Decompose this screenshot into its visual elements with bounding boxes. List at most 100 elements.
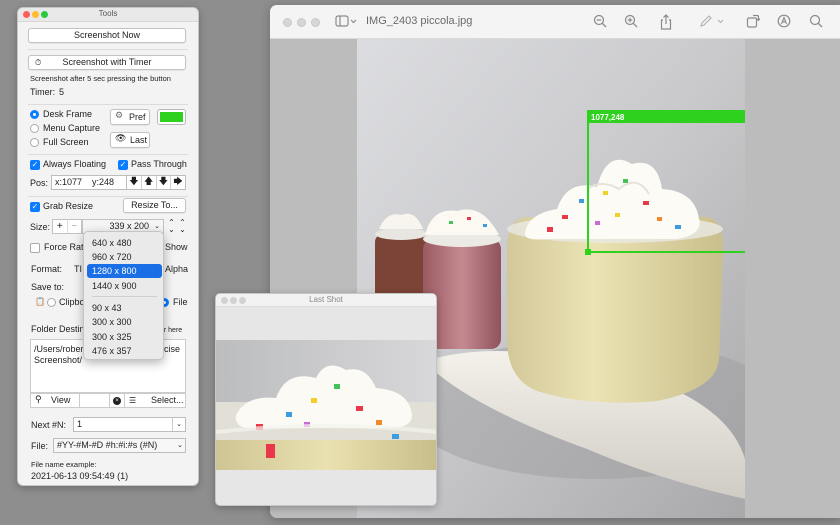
minimize-button[interactable]: [297, 18, 306, 27]
minus-icon[interactable]: −: [68, 220, 82, 233]
annotate-icon[interactable]: [776, 14, 792, 30]
screenshot-timer-button[interactable]: ⏱ Screenshot with Timer: [28, 55, 186, 70]
pos-y-value: y:248: [92, 177, 115, 187]
tools-titlebar: Tools: [18, 8, 198, 22]
pos-label: Pos:: [30, 178, 49, 188]
clear-path-button[interactable]: ×: [110, 394, 125, 407]
save-clipboard-radio[interactable]: [47, 298, 56, 307]
close-button[interactable]: [283, 18, 292, 27]
last-button-label: Last: [130, 135, 148, 145]
last-shot-titlebar: Last Shot: [216, 294, 436, 307]
dropdown-divider: [92, 296, 157, 297]
pref-button-label: Pref: [129, 112, 146, 122]
size-label: Size:: [30, 222, 51, 232]
timer-label: Timer:: [30, 87, 56, 97]
chevron-down-icon: ⌄: [177, 441, 183, 449]
share-icon[interactable]: [658, 14, 674, 30]
file-example-value: 2021-06-13 09:54:49 (1): [31, 471, 129, 481]
sidebar-icon[interactable]: [334, 14, 358, 30]
clipboard-icon: 📋: [35, 297, 45, 306]
size-option[interactable]: 1440 x 900: [87, 279, 162, 293]
timer-hint: Screenshot after 5 sec pressing the butt…: [30, 74, 171, 83]
arrow-down-icon[interactable]: 🡇: [157, 176, 172, 189]
folder-path-line: /Users/rober: [34, 344, 84, 354]
zoom-in-icon[interactable]: [623, 14, 639, 30]
save-file-label: File: [173, 297, 188, 307]
size-option[interactable]: 476 x 357: [87, 344, 162, 358]
list-icon: ☰: [129, 396, 137, 405]
size-option[interactable]: 960 x 720: [87, 250, 162, 264]
select-folder-button[interactable]: ☰ Select...: [125, 394, 185, 407]
pref-button[interactable]: ⚙ Pref: [110, 109, 150, 125]
tools-title: Tools: [98, 9, 118, 18]
screenshot-now-button[interactable]: Screenshot Now: [28, 28, 186, 43]
divider: [28, 196, 188, 197]
last-shot-title: Last Shot: [309, 295, 343, 304]
save-clipboard-label: Clipbo: [59, 297, 85, 307]
pos-field[interactable]: x:1077 y:248: [51, 175, 127, 190]
always-floating-checkbox[interactable]: ✓: [30, 160, 40, 170]
save-to-label: Save to:: [31, 282, 65, 292]
next-n-value: 1: [77, 419, 83, 429]
pass-through-checkbox[interactable]: ✓: [118, 160, 128, 170]
size-option[interactable]: 640 x 480: [87, 236, 162, 250]
size-dropdown-menu: 640 x 480 960 x 720 1280 x 800 1440 x 90…: [83, 231, 164, 360]
rotate-icon[interactable]: [745, 14, 761, 30]
size-stepper: + −: [52, 219, 82, 234]
arrow-down-icon[interactable]: 🡇: [127, 176, 142, 189]
clear-icon: ×: [113, 397, 121, 405]
size-option[interactable]: 300 x 325: [87, 330, 162, 344]
alpha-label: Alpha: [165, 264, 189, 274]
size-option-selected[interactable]: 1280 x 800: [87, 264, 162, 278]
view-button-label: View: [51, 395, 71, 405]
arrow-up-icon[interactable]: 🡅: [142, 176, 157, 189]
view-button[interactable]: ⚲ View: [31, 394, 80, 407]
size-up-down-icon[interactable]: ⌃ ⌄: [167, 219, 176, 234]
folder-path-line: Screenshot/: [34, 355, 83, 365]
chevron-down-icon[interactable]: ⌄: [172, 418, 185, 431]
size-option[interactable]: 90 x 43: [87, 301, 162, 315]
next-n-field[interactable]: 1 ⌄: [73, 417, 186, 432]
resize-handle[interactable]: [585, 249, 591, 255]
zoom-out-icon[interactable]: [592, 14, 608, 30]
arrow-right-icon[interactable]: 🡆: [171, 176, 185, 189]
viewer-toolbar: IMG_2403 piccola.jpg: [270, 5, 840, 39]
markup-icon[interactable]: [698, 14, 726, 30]
timer-value[interactable]: 5: [59, 87, 64, 98]
grab-resize-checkbox[interactable]: ✓: [30, 202, 40, 212]
next-n-label: Next #N:: [31, 420, 67, 430]
viewer-title: IMG_2403 piccola.jpg: [366, 15, 473, 27]
mode-radio-full-screen[interactable]: [30, 138, 39, 147]
pos-arrow-buttons: 🡇 🡅 🡇 🡆: [126, 175, 186, 190]
size-option[interactable]: 300 x 300: [87, 315, 162, 329]
capture-frame[interactable]: 1077,248 339x200: [585, 110, 745, 255]
divider: [28, 49, 188, 50]
always-floating-label: Always Floating: [43, 159, 107, 169]
timer-icon: ⏱: [35, 58, 42, 67]
last-button[interactable]: 👁 Last: [110, 132, 150, 148]
select-button-label: Select...: [151, 395, 184, 405]
mode-radio-menu-capture[interactable]: [30, 124, 39, 133]
plus-icon[interactable]: +: [53, 220, 68, 233]
format-label: Format:: [31, 264, 63, 274]
capture-position-label: 1077,248: [591, 113, 625, 122]
frame-color-swatch: [160, 112, 183, 122]
folder-destination-label: Folder Destin: [31, 324, 85, 334]
pos-x-value: x:1077: [55, 177, 83, 187]
mode-label-menu-capture: Menu Capture: [43, 123, 101, 133]
file-pattern-field[interactable]: #YY-#M-#D #h:#i:#s (#N) ⌄: [53, 438, 186, 453]
size-up-down-icon[interactable]: ⌃ ⌄: [178, 219, 187, 234]
file-pattern-label: File:: [31, 441, 49, 451]
force-ratio-checkbox[interactable]: [30, 243, 40, 253]
mode-radio-desk-frame[interactable]: [30, 110, 39, 119]
size-value: 339 x 200: [109, 221, 149, 231]
gear-icon: ⚙: [115, 111, 124, 121]
file-example-label: File name example:: [31, 460, 97, 469]
frame-color-well[interactable]: [157, 109, 186, 125]
folder-actions-bar: ⚲ View × ☰ Select...: [30, 393, 186, 408]
search-icon[interactable]: [808, 14, 824, 30]
resize-to-button[interactable]: Resize To...: [123, 198, 186, 213]
format-value[interactable]: TI: [74, 264, 82, 275]
zoom-button[interactable]: [311, 18, 320, 27]
grab-resize-label: Grab Resize: [43, 201, 94, 211]
